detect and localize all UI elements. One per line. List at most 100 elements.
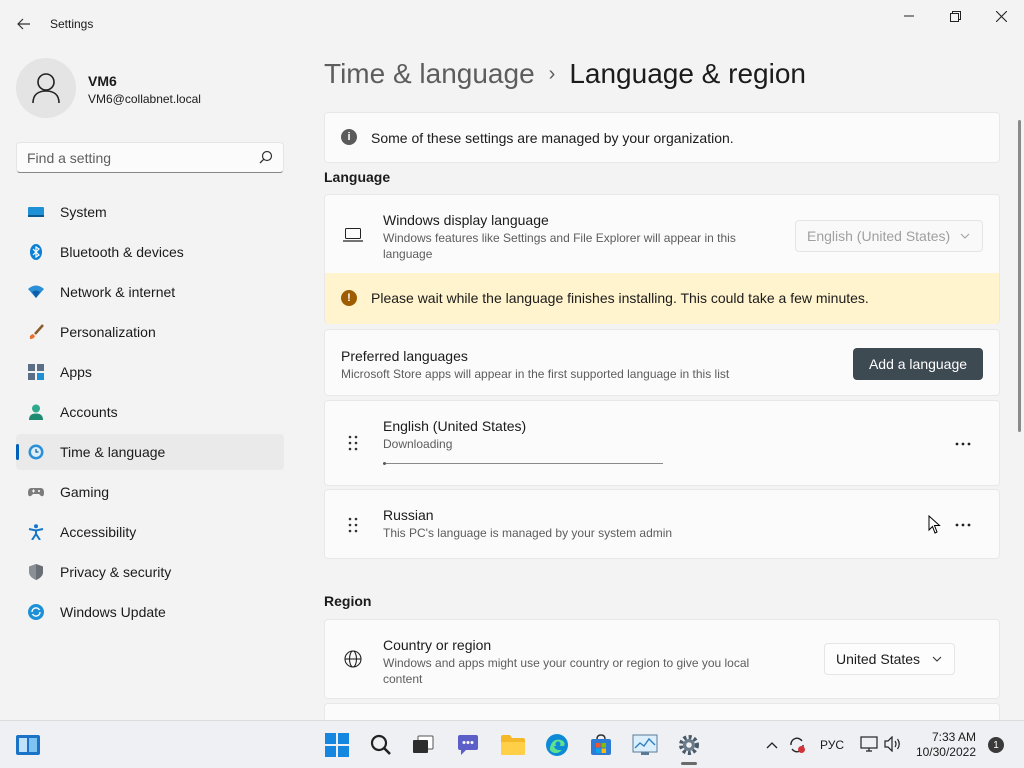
display-language-subtitle: Windows features like Settings and File … (383, 231, 736, 261)
back-button[interactable] (10, 10, 38, 38)
sidebar-item-apps[interactable]: Apps (16, 354, 284, 390)
gaming-icon (28, 488, 44, 497)
close-button[interactable] (978, 0, 1024, 32)
preferred-languages-card: Preferred languages Microsoft Store apps… (324, 329, 1000, 396)
sidebar-item-accessibility[interactable]: Accessibility (16, 514, 284, 550)
chevron-down-icon (960, 233, 970, 239)
widgets-button[interactable] (14, 731, 42, 759)
scrollbar[interactable] (1018, 120, 1021, 432)
warning-icon: ! (341, 290, 357, 306)
store-button[interactable] (587, 731, 615, 759)
apps-icon (28, 364, 44, 380)
chevron-up-icon[interactable] (766, 740, 778, 750)
page-title: Language & region (569, 58, 806, 89)
sidebar-item-label: Accounts (60, 404, 118, 420)
add-language-button[interactable]: Add a language (853, 348, 983, 380)
country-region-title: Country or region (383, 637, 492, 653)
sidebar-item-system[interactable]: System (16, 194, 284, 230)
settings-taskbar-button[interactable] (675, 731, 703, 759)
sidebar-item-label: Personalization (60, 324, 156, 340)
breadcrumb: Time & language › Language & region (324, 58, 806, 90)
sidebar-item-network[interactable]: Network & internet (16, 274, 284, 310)
country-region-dropdown[interactable]: United States (824, 643, 955, 675)
drag-handle-icon[interactable] (347, 435, 359, 451)
preferred-languages-subtitle: Microsoft Store apps will appear in the … (341, 367, 730, 381)
language-item-russian[interactable]: Russian This PC's language is managed by… (324, 489, 1000, 559)
sidebar-item-windows-update[interactable]: Windows Update (16, 594, 284, 630)
active-app-indicator (681, 762, 697, 765)
network-icon (28, 285, 44, 298)
language-name: English (United States) (383, 418, 527, 434)
dropdown-value: English (United States) (807, 228, 951, 244)
minimize-icon (904, 15, 914, 17)
edge-button[interactable] (543, 731, 571, 759)
dropdown-value: United States (836, 651, 921, 667)
sidebar-item-personalization[interactable]: Personalization (16, 314, 284, 350)
task-view-icon (413, 735, 434, 753)
notification-badge[interactable]: 1 (988, 737, 1004, 753)
chevron-down-icon (932, 656, 942, 662)
chat-button[interactable] (454, 731, 482, 759)
search-box (16, 142, 284, 173)
more-options-icon[interactable] (953, 441, 973, 447)
bluetooth-icon (30, 244, 42, 260)
sidebar-item-label: Bluetooth & devices (60, 244, 184, 260)
file-explorer-button[interactable] (499, 731, 527, 759)
info-icon: i (341, 129, 357, 145)
sidebar-item-gaming[interactable]: Gaming (16, 474, 284, 510)
language-status: Downloading (383, 437, 453, 451)
search-input[interactable] (17, 143, 247, 172)
display-language-dropdown[interactable]: English (United States) (795, 220, 983, 252)
clock[interactable]: 7:33 AM 10/30/2022 (900, 730, 976, 760)
restore-button[interactable] (932, 0, 978, 32)
warning-text: Please wait while the language finishes … (371, 290, 869, 306)
restore-icon (949, 10, 961, 22)
breadcrumb-parent[interactable]: Time & language (324, 58, 535, 89)
title-bar: Settings (0, 0, 1024, 48)
edge-icon (546, 734, 568, 756)
preferred-languages-title: Preferred languages (341, 348, 468, 364)
install-warning-bar: ! Please wait while the language finishe… (325, 273, 999, 324)
sidebar-item-label: Network & internet (60, 284, 176, 300)
accounts-icon (29, 404, 43, 420)
language-status: This PC's language is managed by your sy… (383, 526, 673, 540)
language-item-english[interactable]: English (United States) Downloading (324, 400, 1000, 486)
clock-date: 10/30/2022 (915, 745, 976, 759)
language-section-title: Language (324, 169, 391, 185)
drag-handle-icon[interactable] (347, 517, 359, 533)
monitor-chart-icon (632, 734, 658, 755)
input-language-indicator[interactable]: РУС (820, 738, 844, 752)
minimize-button[interactable] (886, 0, 932, 32)
mouse-cursor-icon (928, 515, 941, 534)
task-view-button[interactable] (409, 731, 437, 759)
sidebar-item-label: Windows Update (60, 604, 166, 620)
more-options-icon[interactable] (953, 522, 973, 528)
user-name: VM6 (88, 73, 117, 89)
resource-monitor-button[interactable] (631, 731, 659, 759)
time-language-icon (28, 444, 44, 460)
sidebar-item-accounts[interactable]: Accounts (16, 394, 284, 430)
sidebar-nav: System Bluetooth & devices Network & int… (16, 194, 284, 634)
search-taskbar-button[interactable] (367, 731, 395, 759)
sidebar-item-privacy[interactable]: Privacy & security (16, 554, 284, 590)
widgets-icon (16, 735, 40, 755)
start-button[interactable] (323, 731, 351, 759)
windows-logo-icon (325, 733, 349, 757)
app-title: Settings (50, 17, 94, 31)
sidebar-item-time-language[interactable]: Time & language (16, 434, 284, 470)
download-progress-fill (383, 462, 386, 465)
clock-time: 7:33 AM (931, 730, 976, 744)
sync-error-icon[interactable] (788, 736, 806, 754)
download-progress-bar (383, 462, 663, 465)
sidebar-item-bluetooth[interactable]: Bluetooth & devices (16, 234, 284, 270)
brush-icon (29, 324, 44, 339)
globe-icon (344, 650, 362, 668)
chat-icon (458, 735, 478, 755)
country-region-card: Country or region Windows and apps might… (324, 619, 1000, 699)
close-icon (995, 10, 1007, 22)
region-section-title: Region (324, 593, 372, 609)
search-icon[interactable] (259, 150, 273, 164)
network-tray-icon[interactable] (860, 736, 878, 752)
sidebar-item-label: Apps (60, 364, 92, 380)
update-icon (28, 604, 44, 620)
